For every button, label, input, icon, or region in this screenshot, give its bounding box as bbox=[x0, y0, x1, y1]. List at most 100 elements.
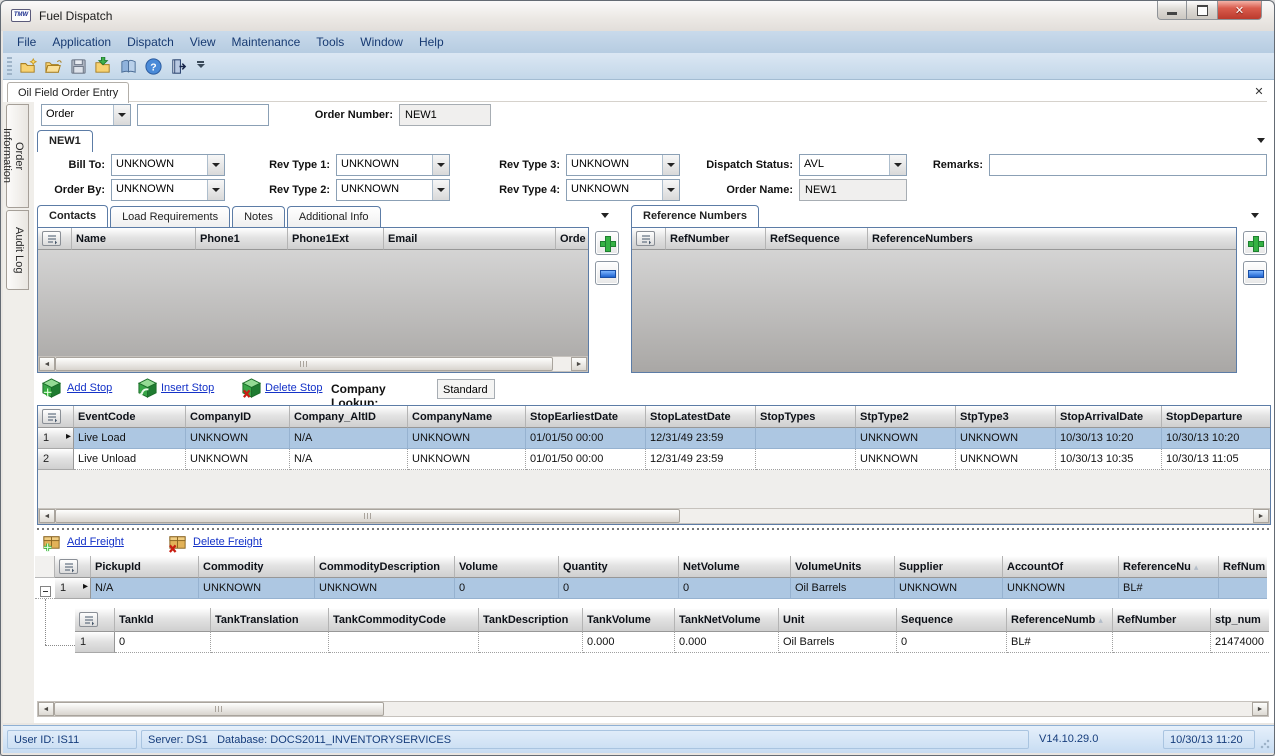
scroll-left-icon[interactable] bbox=[39, 357, 55, 371]
column-header[interactable]: TankTranslation bbox=[211, 608, 329, 632]
column-header[interactable]: Sequence bbox=[897, 608, 1007, 632]
column-chooser-icon[interactable] bbox=[42, 409, 61, 424]
scroll-left-icon[interactable] bbox=[38, 702, 54, 716]
bill-to-combo[interactable]: UNKNOWN bbox=[111, 154, 225, 176]
column-header[interactable]: StopTypes bbox=[756, 406, 856, 428]
column-header[interactable]: ReferenceNumbers bbox=[868, 228, 1236, 250]
column-header[interactable]: Phone1 bbox=[196, 228, 288, 250]
menu-file[interactable]: File bbox=[9, 31, 44, 53]
tab-list-dropdown-icon[interactable] bbox=[1255, 134, 1267, 146]
order-by-combo[interactable]: UNKNOWN bbox=[111, 179, 225, 201]
rev-type3-combo[interactable]: UNKNOWN bbox=[566, 154, 680, 176]
menu-application[interactable]: Application bbox=[44, 31, 119, 53]
tab-list-dropdown-icon[interactable] bbox=[599, 209, 611, 221]
cell[interactable] bbox=[1219, 578, 1267, 599]
remarks-input[interactable] bbox=[989, 154, 1267, 176]
menu-window[interactable]: Window bbox=[352, 31, 411, 53]
chevron-down-icon[interactable] bbox=[432, 155, 449, 175]
toolbar-grip[interactable] bbox=[7, 57, 12, 75]
row-header[interactable]: 1 bbox=[75, 632, 115, 653]
chevron-down-icon[interactable] bbox=[662, 180, 679, 200]
menu-view[interactable]: View bbox=[182, 31, 224, 53]
add-stop-link[interactable]: Add Stop bbox=[67, 382, 112, 394]
cell[interactable]: UNKNOWN bbox=[315, 578, 455, 599]
cell[interactable]: 10/30/13 10:20 bbox=[1056, 428, 1162, 449]
column-header[interactable]: TankId bbox=[115, 608, 211, 632]
cell[interactable]: 0 bbox=[897, 632, 1007, 653]
column-header-sorted[interactable]: ReferenceNu bbox=[1119, 556, 1219, 578]
column-header[interactable]: StopArrivalDate bbox=[1056, 406, 1162, 428]
chevron-down-icon[interactable] bbox=[662, 155, 679, 175]
column-header[interactable]: StopEarliestDate bbox=[526, 406, 646, 428]
column-header[interactable]: StopLatestDate bbox=[646, 406, 756, 428]
tab-list-dropdown-icon[interactable] bbox=[1249, 209, 1261, 221]
scrollbar-thumb[interactable] bbox=[55, 509, 680, 523]
column-header[interactable]: TankDescription bbox=[479, 608, 583, 632]
tab-reference-numbers[interactable]: Reference Numbers bbox=[631, 205, 759, 227]
exit-button[interactable] bbox=[166, 55, 191, 78]
splitter-handle[interactable] bbox=[37, 528, 1269, 530]
cell[interactable]: Live Load bbox=[74, 428, 186, 449]
freight-horizontal-scrollbar[interactable] bbox=[37, 701, 1269, 717]
insert-stop-icon[interactable] bbox=[137, 378, 158, 399]
collapse-row-icon[interactable] bbox=[40, 586, 51, 597]
column-chooser-icon[interactable] bbox=[42, 231, 61, 246]
column-header[interactable]: Orde bbox=[556, 228, 588, 250]
tab-oil-field-order-entry[interactable]: Oil Field Order Entry bbox=[7, 82, 129, 103]
cell[interactable]: UNKNOWN bbox=[186, 428, 290, 449]
cell[interactable]: 0 bbox=[115, 632, 211, 653]
column-header[interactable]: CommodityDescription bbox=[315, 556, 455, 578]
help-button[interactable]: ? bbox=[141, 55, 166, 78]
cell[interactable]: 21474000 bbox=[1211, 632, 1269, 653]
cell[interactable]: N/A bbox=[290, 428, 408, 449]
column-header[interactable]: TankCommodityCode bbox=[329, 608, 479, 632]
column-header[interactable]: EventCode bbox=[74, 406, 186, 428]
menu-tools[interactable]: Tools bbox=[308, 31, 352, 53]
cell[interactable]: N/A bbox=[91, 578, 199, 599]
column-header[interactable]: Phone1Ext bbox=[288, 228, 384, 250]
cell[interactable]: UNKNOWN bbox=[408, 428, 526, 449]
column-chooser-icon[interactable] bbox=[79, 612, 98, 627]
remove-reference-button[interactable] bbox=[1243, 261, 1267, 285]
stops-horizontal-scrollbar[interactable] bbox=[38, 508, 1270, 524]
column-header[interactable]: Company_AltID bbox=[290, 406, 408, 428]
cell[interactable]: UNKNOWN bbox=[856, 449, 956, 470]
column-header[interactable]: stp_num bbox=[1211, 608, 1269, 632]
column-header[interactable]: NetVolume bbox=[679, 556, 791, 578]
resize-grip[interactable] bbox=[1260, 739, 1270, 749]
scroll-right-icon[interactable] bbox=[1253, 509, 1269, 523]
column-header[interactable]: StopDeparture bbox=[1162, 406, 1270, 428]
close-button[interactable] bbox=[1217, 1, 1262, 20]
open-button[interactable] bbox=[41, 55, 66, 78]
rev-type2-combo[interactable]: UNKNOWN bbox=[336, 179, 450, 201]
column-header[interactable]: Volume bbox=[455, 556, 559, 578]
cell[interactable]: 0 bbox=[679, 578, 791, 599]
cell[interactable]: 0 bbox=[559, 578, 679, 599]
scrollbar-thumb[interactable] bbox=[55, 357, 553, 371]
side-tab-audit-log[interactable]: Audit Log bbox=[6, 210, 29, 290]
cell[interactable]: 10/30/13 10:20 bbox=[1162, 428, 1270, 449]
menu-maintenance[interactable]: Maintenance bbox=[224, 31, 309, 53]
new-document-button[interactable] bbox=[16, 55, 41, 78]
toolbar-overflow-button[interactable] bbox=[193, 55, 208, 78]
column-header[interactable]: VolumeUnits bbox=[791, 556, 895, 578]
tab-contacts[interactable]: Contacts bbox=[37, 205, 108, 227]
delete-freight-link[interactable]: Delete Freight bbox=[193, 536, 262, 548]
cell[interactable]: 10/30/13 10:35 bbox=[1056, 449, 1162, 470]
cell[interactable]: UNKNOWN bbox=[895, 578, 1003, 599]
save-button[interactable] bbox=[66, 55, 91, 78]
order-search-input[interactable] bbox=[137, 104, 269, 126]
column-chooser-cell[interactable] bbox=[75, 608, 115, 632]
remove-contact-button[interactable] bbox=[595, 261, 619, 285]
close-view-icon[interactable] bbox=[1252, 85, 1266, 99]
cell[interactable]: UNKNOWN bbox=[199, 578, 315, 599]
cell[interactable]: BL# bbox=[1119, 578, 1219, 599]
cell[interactable]: N/A bbox=[290, 449, 408, 470]
title-bar[interactable]: TMW Fuel Dispatch bbox=[1, 1, 1274, 31]
chevron-down-icon[interactable] bbox=[889, 155, 906, 175]
minimize-button[interactable] bbox=[1157, 1, 1187, 20]
column-chooser-cell[interactable] bbox=[38, 228, 72, 250]
cell[interactable]: UNKNOWN bbox=[1003, 578, 1119, 599]
chevron-down-icon[interactable] bbox=[113, 105, 130, 125]
cell[interactable]: Oil Barrels bbox=[791, 578, 895, 599]
